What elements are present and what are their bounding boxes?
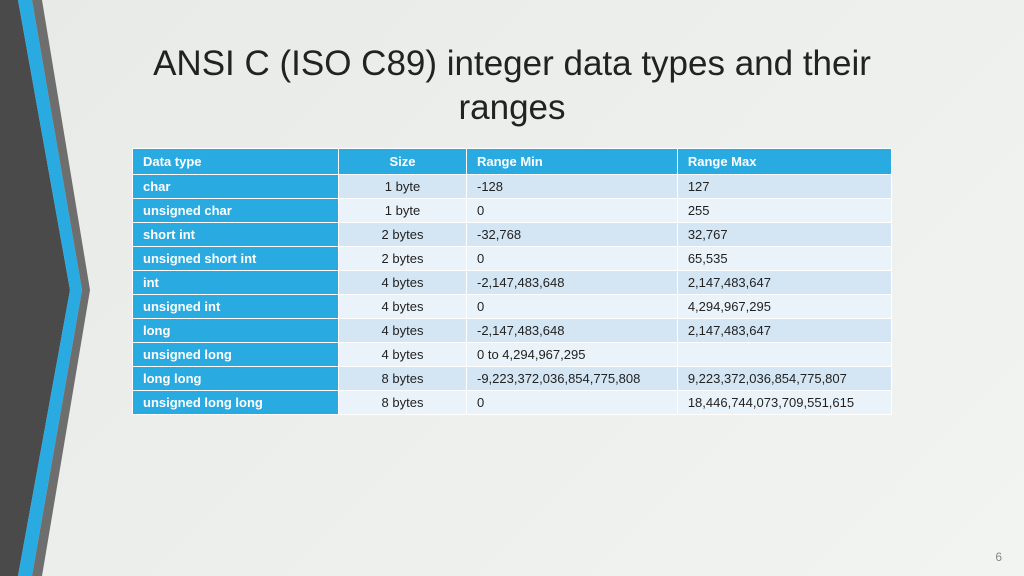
col-header-size: Size [339, 148, 467, 174]
cell-max: 2,147,483,647 [677, 270, 891, 294]
cell-size: 1 byte [339, 198, 467, 222]
table-row: short int2 bytes-32,76832,767 [133, 222, 892, 246]
page-number: 6 [995, 550, 1002, 564]
cell-max: 255 [677, 198, 891, 222]
cell-size: 8 bytes [339, 366, 467, 390]
col-header-datatype: Data type [133, 148, 339, 174]
cell-datatype: long [133, 318, 339, 342]
cell-size: 2 bytes [339, 222, 467, 246]
data-types-table-container: Data type Size Range Min Range Max char1… [132, 148, 892, 415]
cell-min: 0 [467, 198, 678, 222]
cell-size: 1 byte [339, 174, 467, 198]
cell-size: 4 bytes [339, 342, 467, 366]
table-row: long long8 bytes-9,223,372,036,854,775,8… [133, 366, 892, 390]
cell-min: -2,147,483,648 [467, 270, 678, 294]
table-row: long4 bytes-2,147,483,6482,147,483,647 [133, 318, 892, 342]
cell-size: 8 bytes [339, 390, 467, 414]
cell-max: 2,147,483,647 [677, 318, 891, 342]
cell-datatype: unsigned int [133, 294, 339, 318]
table-row: char1 byte-128127 [133, 174, 892, 198]
cell-max: 9,223,372,036,854,775,807 [677, 366, 891, 390]
cell-size: 2 bytes [339, 246, 467, 270]
cell-min: 0 [467, 390, 678, 414]
table-header-row: Data type Size Range Min Range Max [133, 148, 892, 174]
slide-title: ANSI C (ISO C89) integer data types and … [0, 0, 1024, 148]
cell-min: 0 [467, 294, 678, 318]
cell-max [677, 342, 891, 366]
cell-datatype: unsigned long [133, 342, 339, 366]
cell-min: -32,768 [467, 222, 678, 246]
cell-max: 4,294,967,295 [677, 294, 891, 318]
cell-datatype: unsigned short int [133, 246, 339, 270]
col-header-min: Range Min [467, 148, 678, 174]
col-header-max: Range Max [677, 148, 891, 174]
cell-max: 32,767 [677, 222, 891, 246]
cell-datatype: long long [133, 366, 339, 390]
cell-datatype: int [133, 270, 339, 294]
table-row: unsigned short int2 bytes065,535 [133, 246, 892, 270]
table-row: unsigned char1 byte0255 [133, 198, 892, 222]
table-row: unsigned long4 bytes0 to 4,294,967,295 [133, 342, 892, 366]
table-row: unsigned int4 bytes04,294,967,295 [133, 294, 892, 318]
cell-size: 4 bytes [339, 318, 467, 342]
cell-max: 18,446,744,073,709,551,615 [677, 390, 891, 414]
cell-size: 4 bytes [339, 270, 467, 294]
cell-min: -2,147,483,648 [467, 318, 678, 342]
cell-min: 0 [467, 246, 678, 270]
data-types-table: Data type Size Range Min Range Max char1… [132, 148, 892, 415]
cell-min: -128 [467, 174, 678, 198]
cell-datatype: unsigned long long [133, 390, 339, 414]
table-row: int4 bytes-2,147,483,6482,147,483,647 [133, 270, 892, 294]
cell-min: 0 to 4,294,967,295 [467, 342, 678, 366]
cell-datatype: char [133, 174, 339, 198]
cell-size: 4 bytes [339, 294, 467, 318]
cell-datatype: unsigned char [133, 198, 339, 222]
cell-max: 65,535 [677, 246, 891, 270]
cell-max: 127 [677, 174, 891, 198]
cell-datatype: short int [133, 222, 339, 246]
table-row: unsigned long long8 bytes018,446,744,073… [133, 390, 892, 414]
cell-min: -9,223,372,036,854,775,808 [467, 366, 678, 390]
